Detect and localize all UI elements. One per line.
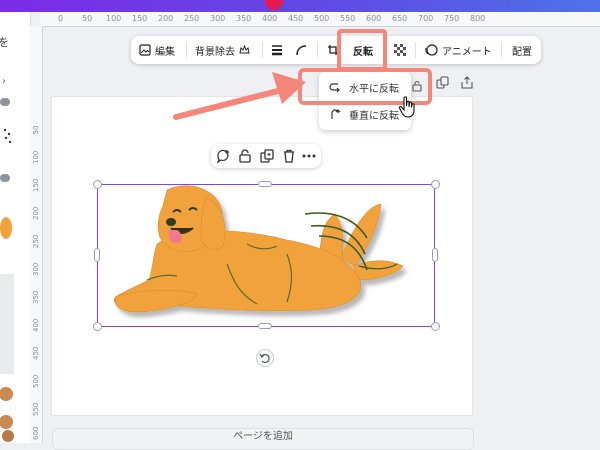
resize-handle-bottom[interactable] bbox=[258, 323, 272, 329]
edit-label: 編集 bbox=[155, 46, 175, 58]
hand-cursor-icon bbox=[398, 96, 415, 118]
badge-icon bbox=[0, 98, 10, 106]
border-style-icon bbox=[272, 45, 282, 56]
resize-handle-right[interactable] bbox=[432, 248, 438, 262]
ruler-tick-label: 200 bbox=[158, 14, 174, 23]
ruler-tick-label: 450 bbox=[32, 346, 40, 360]
chevron-right-icon[interactable]: › bbox=[2, 76, 6, 87]
corner-rounding-icon bbox=[296, 45, 307, 56]
ruler-tick-label: 600 bbox=[366, 14, 382, 23]
duplicate-icon[interactable] bbox=[259, 148, 275, 164]
ruler-tick-label: 50 bbox=[32, 125, 40, 135]
position-button[interactable]: 配置 bbox=[512, 36, 532, 64]
left-panel-label: を bbox=[0, 36, 9, 49]
add-page-label: ページを追加 bbox=[233, 431, 293, 442]
ruler-tick-label: 550 bbox=[340, 14, 356, 23]
record-icon[interactable] bbox=[265, 0, 283, 10]
resize-handle-top-left[interactable] bbox=[93, 180, 102, 189]
ruler-tick-label: 100 bbox=[32, 150, 40, 164]
trash-icon[interactable] bbox=[281, 148, 297, 164]
ruler-tick-label: 350 bbox=[236, 14, 252, 23]
animate-button[interactable]: アニメート bbox=[425, 36, 492, 64]
share-icon[interactable] bbox=[460, 76, 474, 90]
flip-highlight-box bbox=[337, 29, 387, 71]
rotate-icon bbox=[259, 353, 270, 364]
animate-label: アニメート bbox=[442, 46, 492, 58]
element-floating-toolbar bbox=[211, 144, 321, 168]
flip-vertical-label: 垂直に反転 bbox=[349, 110, 399, 122]
ruler-tick-label: 300 bbox=[32, 262, 40, 276]
position-label: 配置 bbox=[512, 46, 532, 58]
graphic-thumbnail[interactable] bbox=[0, 274, 14, 374]
animate-icon bbox=[425, 44, 438, 56]
ruler-tick-label: 250 bbox=[184, 14, 200, 23]
more-icon[interactable] bbox=[301, 148, 317, 164]
crown-icon bbox=[239, 45, 250, 54]
ruler-tick-label: 450 bbox=[288, 14, 304, 23]
transparency-button[interactable] bbox=[394, 36, 406, 64]
ruler-tick-label: 600 bbox=[32, 426, 40, 440]
ruler-horizontal: 0 50 100 150 200 250 300 350 400 450 500… bbox=[40, 12, 600, 27]
left-panel: を › bbox=[0, 12, 31, 443]
lock-icon[interactable] bbox=[411, 80, 423, 92]
resize-handle-top[interactable] bbox=[258, 181, 272, 187]
ruler-tick-label: 200 bbox=[32, 206, 40, 220]
resize-handle-bottom-left[interactable] bbox=[93, 322, 102, 331]
ruler-vertical: 50 100 150 200 250 300 350 400 450 500 5… bbox=[30, 26, 43, 443]
toolbar-divider bbox=[415, 42, 416, 58]
duplicate-icon[interactable] bbox=[436, 76, 450, 90]
add-page-button[interactable]: ページを追加 bbox=[52, 428, 474, 450]
selection-box bbox=[97, 184, 435, 327]
toolbar-divider bbox=[317, 42, 318, 58]
sticker-thumbnail[interactable] bbox=[2, 126, 12, 148]
cookie-thumbnail[interactable] bbox=[0, 384, 14, 444]
ruler-tick-label: 500 bbox=[32, 374, 40, 388]
badge-icon bbox=[0, 174, 10, 182]
comment-add-icon[interactable] bbox=[215, 148, 231, 164]
ruler-tick-label: 500 bbox=[314, 14, 330, 23]
ruler-tick-label: 650 bbox=[392, 14, 408, 23]
ruler-tick-label: 100 bbox=[106, 14, 122, 23]
toolbar-divider bbox=[501, 42, 502, 58]
ruler-tick-label: 700 bbox=[418, 14, 434, 23]
ruler-tick-label: 150 bbox=[32, 178, 40, 192]
ruler-tick-label: 0 bbox=[58, 14, 64, 23]
rotate-handle[interactable] bbox=[256, 349, 274, 367]
ruler-tick-label: 400 bbox=[32, 318, 40, 332]
ruler-tick-label: 150 bbox=[132, 14, 148, 23]
lock-icon[interactable] bbox=[237, 148, 253, 164]
ruler-tick-label: 550 bbox=[32, 402, 40, 416]
ruler-tick-label: 250 bbox=[32, 234, 40, 248]
ruler-tick-label: 350 bbox=[32, 290, 40, 304]
ruler-tick-label: 300 bbox=[210, 14, 226, 23]
annotation-arrow bbox=[173, 72, 306, 120]
ruler-tick-label: 50 bbox=[82, 14, 93, 23]
toolbar-divider bbox=[262, 42, 263, 58]
ruler-tick-label: 400 bbox=[262, 14, 278, 23]
toolbar-divider bbox=[186, 42, 187, 58]
resize-handle-left[interactable] bbox=[94, 248, 100, 262]
image-edit-icon bbox=[139, 44, 151, 56]
app-header bbox=[0, 0, 600, 12]
dog-thumbnail[interactable] bbox=[0, 210, 12, 240]
resize-handle-bottom-right[interactable] bbox=[431, 322, 440, 331]
resize-handle-top-right[interactable] bbox=[431, 180, 440, 189]
bg-remove-label: 背景除去 bbox=[195, 46, 235, 58]
ruler-tick-label: 750 bbox=[444, 14, 460, 23]
transparency-icon bbox=[394, 44, 406, 56]
flip-vertical-icon bbox=[331, 109, 341, 119]
ruler-tick-label: 800 bbox=[470, 14, 486, 23]
